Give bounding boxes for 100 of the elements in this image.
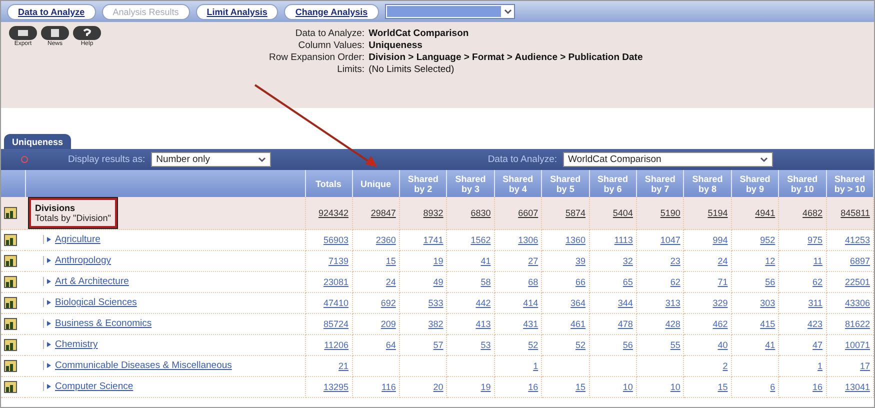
table-cell[interactable]: 53 (446, 334, 494, 356)
division-link[interactable]: Agriculture (43, 234, 100, 245)
table-cell[interactable]: 17 (826, 356, 874, 376)
division-link[interactable]: Anthropology (43, 255, 111, 266)
table-cell[interactable]: 6607 (494, 197, 542, 230)
table-cell[interactable]: 415 (731, 314, 779, 334)
table-cell[interactable]: 55 (636, 334, 684, 356)
table-cell[interactable]: 329 (684, 292, 732, 314)
table-cell[interactable]: 41253 (826, 230, 874, 250)
table-cell[interactable]: 5404 (589, 197, 636, 230)
chart-icon[interactable] (4, 381, 17, 393)
table-cell[interactable]: 57 (399, 334, 447, 356)
table-cell[interactable]: 39 (542, 250, 590, 272)
table-cell[interactable]: 1113 (589, 230, 636, 250)
chart-icon[interactable] (4, 339, 17, 351)
table-cell[interactable]: 43306 (826, 292, 874, 314)
table-cell[interactable]: 10071 (826, 334, 874, 356)
table-cell[interactable]: 442 (446, 292, 494, 314)
table-cell[interactable]: 56903 (305, 230, 352, 250)
nav-tab[interactable]: Limit Analysis (196, 4, 278, 20)
table-cell[interactable]: 2 (684, 356, 732, 376)
table-cell[interactable]: 344 (589, 292, 636, 314)
table-cell[interactable]: 994 (684, 230, 732, 250)
table-cell[interactable]: 462 (684, 314, 732, 334)
table-cell[interactable]: 15 (352, 250, 400, 272)
expand-triangle-icon[interactable] (43, 382, 52, 391)
table-cell[interactable]: 62 (636, 272, 684, 292)
table-cell[interactable]: 8932 (399, 197, 447, 230)
table-cell[interactable]: 62 (778, 272, 826, 292)
page-select[interactable] (384, 4, 515, 19)
table-cell[interactable]: 1047 (636, 230, 684, 250)
chart-icon[interactable] (4, 276, 17, 288)
table-cell[interactable]: 29847 (352, 197, 400, 230)
table-cell[interactable]: 382 (399, 314, 447, 334)
table-cell[interactable]: 692 (352, 292, 400, 314)
division-link[interactable]: Art & Architecture (43, 276, 129, 287)
table-cell[interactable]: 24 (684, 250, 732, 272)
table-cell[interactable]: 13295 (305, 376, 352, 398)
table-cell[interactable]: 7139 (305, 250, 352, 272)
table-cell[interactable]: 21 (305, 356, 352, 376)
division-link[interactable]: Communicable Diseases & Miscellaneous (43, 360, 232, 371)
table-cell[interactable]: 1 (778, 356, 826, 376)
table-cell[interactable]: 41 (446, 250, 494, 272)
table-cell[interactable]: 1562 (446, 230, 494, 250)
chart-icon[interactable] (4, 360, 17, 372)
table-cell[interactable]: 64 (352, 334, 400, 356)
table-cell[interactable]: 461 (542, 314, 590, 334)
table-cell[interactable]: 1306 (494, 230, 542, 250)
expand-triangle-icon[interactable] (43, 298, 52, 307)
table-cell[interactable]: 24 (352, 272, 400, 292)
table-cell[interactable]: 32 (589, 250, 636, 272)
table-cell[interactable]: 27 (494, 250, 542, 272)
table-cell[interactable]: 428 (636, 314, 684, 334)
table-cell[interactable]: 52 (494, 334, 542, 356)
table-cell[interactable]: 71 (684, 272, 732, 292)
table-cell[interactable]: 2360 (352, 230, 400, 250)
table-cell[interactable]: 81622 (826, 314, 874, 334)
table-cell[interactable]: 303 (731, 292, 779, 314)
table-cell[interactable]: 15 (684, 376, 732, 398)
table-cell[interactable]: 41 (731, 334, 779, 356)
division-link[interactable]: Biological Sciences (43, 297, 137, 308)
table-cell[interactable]: 22501 (826, 272, 874, 292)
table-cell[interactable]: 1 (494, 356, 542, 376)
table-cell[interactable]: 56 (731, 272, 779, 292)
table-cell[interactable]: 845811 (826, 197, 874, 230)
table-cell[interactable]: 65 (589, 272, 636, 292)
table-cell[interactable]: 6897 (826, 250, 874, 272)
table-cell[interactable]: 313 (636, 292, 684, 314)
expand-triangle-icon[interactable] (43, 361, 52, 370)
table-cell[interactable]: 16 (494, 376, 542, 398)
chart-icon[interactable] (4, 318, 17, 330)
table-cell[interactable]: 68 (494, 272, 542, 292)
table-cell[interactable]: 49 (399, 272, 447, 292)
table-cell[interactable]: 413 (446, 314, 494, 334)
table-cell[interactable]: 975 (778, 230, 826, 250)
data-select[interactable]: WorldCat Comparison (563, 152, 773, 167)
table-cell[interactable]: 952 (731, 230, 779, 250)
table-cell[interactable]: 47 (778, 334, 826, 356)
table-cell[interactable]: 58 (446, 272, 494, 292)
table-cell[interactable]: 10 (636, 376, 684, 398)
table-cell[interactable]: 4682 (778, 197, 826, 230)
table-cell[interactable]: 11 (778, 250, 826, 272)
table-cell[interactable]: 209 (352, 314, 400, 334)
table-cell[interactable]: 12 (731, 250, 779, 272)
chart-icon[interactable] (4, 297, 17, 309)
division-link[interactable]: Computer Science (43, 381, 134, 392)
table-cell[interactable]: 23 (636, 250, 684, 272)
table-cell[interactable]: 1741 (399, 230, 447, 250)
table-cell[interactable]: 414 (494, 292, 542, 314)
division-link[interactable]: Chemistry (43, 339, 98, 350)
division-link[interactable]: Business & Economics (43, 318, 152, 329)
expand-triangle-icon[interactable] (43, 277, 52, 286)
table-cell[interactable]: 478 (589, 314, 636, 334)
table-cell[interactable]: 423 (778, 314, 826, 334)
table-cell[interactable]: 15 (542, 376, 590, 398)
table-cell[interactable]: 47410 (305, 292, 352, 314)
table-cell[interactable]: 40 (684, 334, 732, 356)
table-cell[interactable]: 533 (399, 292, 447, 314)
table-cell[interactable]: 13041 (826, 376, 874, 398)
table-cell[interactable]: 23081 (305, 272, 352, 292)
